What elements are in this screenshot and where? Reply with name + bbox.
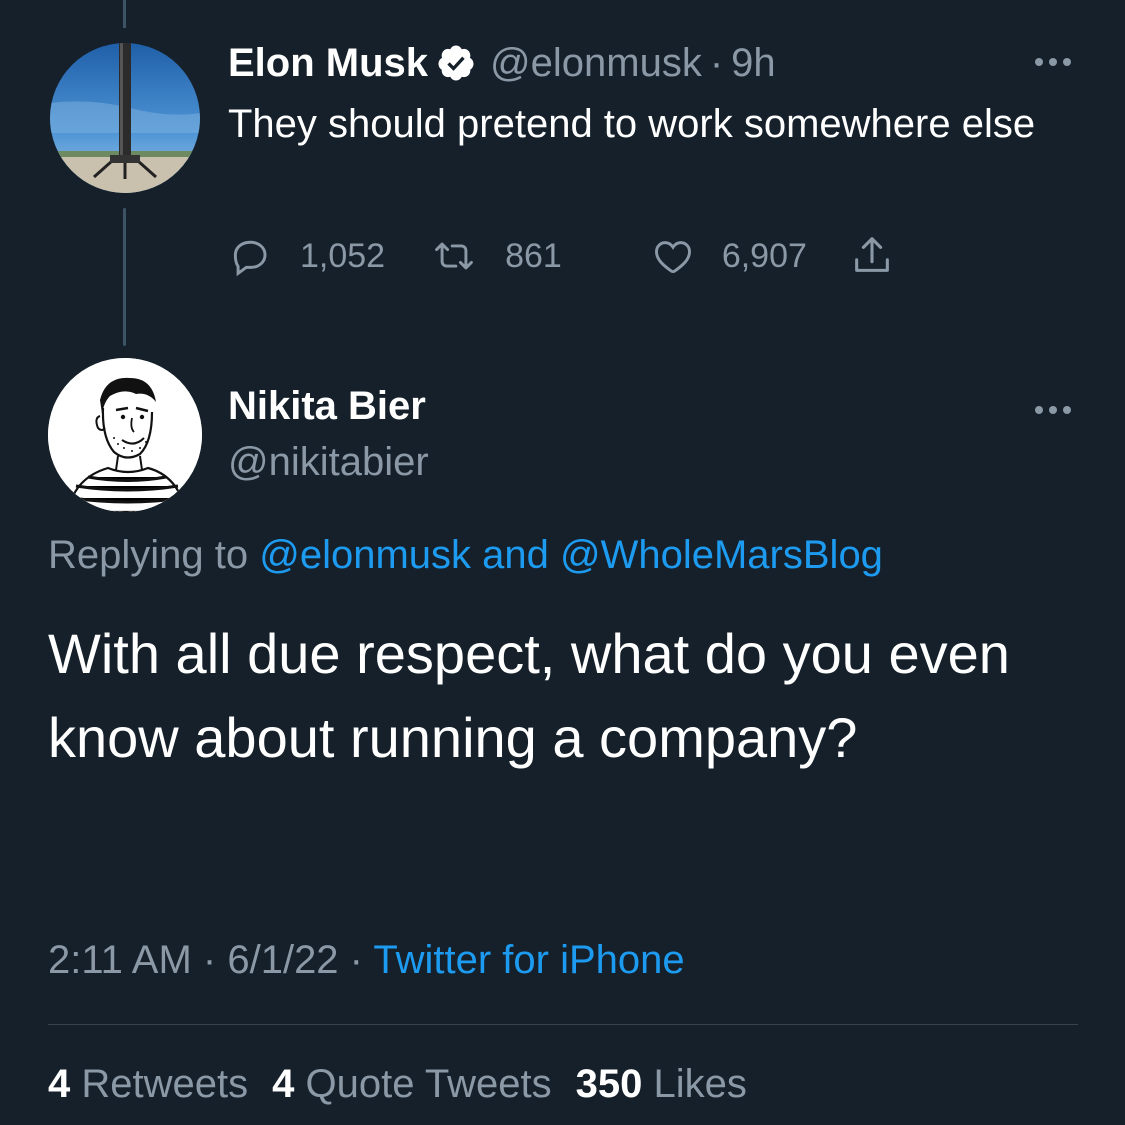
mention-link[interactable]: @WholeMarsBlog [560,533,883,577]
retweets-stat[interactable]: 4 Retweets [48,1062,248,1107]
replying-to-line: Replying to @elonmusk and @WholeMarsBlog [48,533,883,578]
elon-avatar[interactable] [50,43,200,193]
reply-icon [233,240,267,277]
sketch-avatar-image [48,358,202,512]
retweets-count: 4 [48,1062,71,1106]
likes-label: Likes [653,1062,747,1106]
reply-count: 1,052 [300,236,386,275]
share-icon [855,237,889,272]
retweet-icon [435,242,473,270]
heart-icon [654,241,691,274]
mention-link[interactable]: @elonmusk [259,533,471,577]
quote-tweets-count: 4 [272,1062,295,1106]
quote-tweets-stat[interactable]: 4 Quote Tweets [272,1062,551,1107]
reply-tweet-text: With all due respect, what do you even k… [48,622,1010,769]
tweet-source-link[interactable]: Twitter for iPhone [373,938,684,982]
reply-author-name[interactable]: Nikita Bier [228,384,426,429]
replying-prefix: Replying to [48,533,260,577]
parent-tweet-header: Elon Musk @elonmusk · 9h [228,36,776,90]
tweet-metadata: 2:11 AM · 6/1/22 · Twitter for iPhone [48,938,685,983]
quote-tweets-label: Quote Tweets [305,1062,552,1106]
separator-dot: · [709,40,724,85]
retweet-count: 861 [505,236,562,275]
meta-separator: · [338,938,374,982]
more-options-icon[interactable] [1030,52,1076,72]
verified-badge-icon [436,43,476,83]
like-action[interactable]: 6,907 [650,234,807,278]
replying-joiner: and [471,533,560,577]
retweet-action[interactable]: 861 [431,234,562,278]
nikita-avatar[interactable] [48,358,202,512]
likes-count: 350 [575,1062,643,1106]
retweets-label: Retweets [81,1062,249,1106]
tweet-actions: 1,052 861 6,907 [228,228,895,284]
stats-divider [48,1024,1078,1025]
rocket-avatar-image [50,43,200,193]
like-count: 6,907 [721,236,807,275]
tweet-thread: Elon Musk @elonmusk · 9h They should pre… [0,0,1125,1125]
thread-connector [123,208,126,346]
engagement-stats: 4 Retweets 4 Quote Tweets 350 Likes [48,1062,771,1107]
meta-separator: · [191,938,228,982]
author-handle[interactable]: @elonmusk [490,41,702,86]
tweet-timestamp[interactable]: 2:11 AM [48,938,192,982]
thread-connector-top [123,0,126,28]
tweet-time[interactable]: 9h [731,41,776,86]
author-name[interactable]: Elon Musk [228,41,428,86]
share-action[interactable] [849,233,895,279]
reply-more-options-icon[interactable] [1030,400,1076,420]
reply-author-handle[interactable]: @nikitabier [228,440,429,485]
tweet-date[interactable]: 6/1/22 [227,938,338,982]
parent-tweet-text: They should pretend to work somewhere el… [228,102,1036,146]
likes-stat[interactable]: 350 Likes [576,1062,747,1107]
reply-action[interactable]: 1,052 [228,234,385,278]
